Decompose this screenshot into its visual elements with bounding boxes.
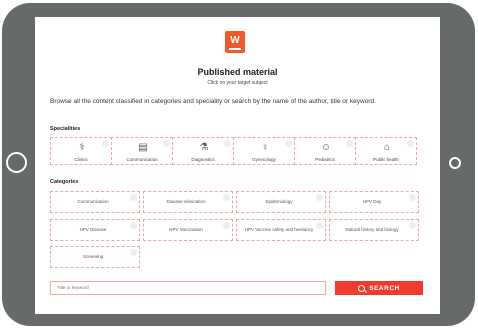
category-natural-history[interactable]: Natural history and biology: [329, 219, 419, 241]
search-input[interactable]: Title or keyword: [50, 281, 326, 295]
category-label: HPV Vaccination: [169, 227, 203, 232]
select-indicator: [409, 222, 416, 229]
speciality-communication[interactable]: ▤ Communication: [111, 137, 173, 165]
select-indicator: [102, 140, 109, 147]
category-label: HPV Disease: [79, 227, 107, 232]
speciality-pediatrics[interactable]: ☺ Pediatrics: [294, 137, 356, 165]
camera-circle-left: [6, 152, 27, 173]
search-icon: [358, 284, 366, 292]
category-hpv-vaccine-safety[interactable]: HPV Vaccine safety and hesitancy: [236, 219, 326, 241]
page-subtitle: Click on your target subject: [207, 80, 268, 86]
uterus-icon: ♀: [261, 142, 269, 153]
category-label: Natural history and biology: [345, 227, 399, 232]
page-title: Published material: [197, 67, 278, 77]
speciality-public-health[interactable]: ⌂ Public health: [355, 137, 417, 165]
select-indicator: [346, 140, 353, 147]
stethoscope-icon: ⚕: [79, 142, 85, 153]
category-screening[interactable]: Screening: [50, 246, 140, 268]
select-indicator: [130, 249, 137, 256]
screen: W Published material Click on your targe…: [35, 17, 440, 314]
select-indicator: [409, 194, 416, 201]
speciality-label: Gynecology: [252, 157, 276, 162]
category-hpv-day[interactable]: HPV Day: [329, 191, 419, 213]
category-epidemiology[interactable]: Epidemiology: [236, 191, 326, 213]
category-label: Epidemiology: [265, 199, 293, 204]
speciality-label: Communication: [126, 157, 158, 162]
select-indicator: [407, 140, 414, 147]
logo-glyph: W: [230, 35, 240, 46]
select-indicator: [130, 194, 137, 201]
specialities-list: ⚕ Clinics ▤ Communication ⚗ Diagnostics …: [50, 137, 422, 165]
select-indicator: [285, 140, 292, 147]
specialities-heading: Specialities: [50, 126, 81, 132]
select-indicator: [223, 222, 230, 229]
speciality-diagnostics[interactable]: ⚗ Diagnostics: [172, 137, 234, 165]
speciality-gynecology[interactable]: ♀ Gynecology: [233, 137, 295, 165]
speciality-label: Clinics: [74, 157, 88, 162]
category-label: HPV Vaccine safety and hesitancy: [244, 227, 314, 232]
home-button: [449, 157, 461, 169]
category-disease-elimination[interactable]: Disease elimination: [143, 191, 233, 213]
speciality-label: Pediatrics: [315, 157, 335, 162]
select-indicator: [316, 222, 323, 229]
category-label: HPV Day: [362, 199, 382, 204]
select-indicator: [316, 194, 323, 201]
document-icon: ▤: [138, 142, 148, 153]
search-button-label: SEARCH: [369, 284, 400, 292]
page-description: Browse all the content classified in cat…: [50, 98, 376, 105]
select-indicator: [130, 222, 137, 229]
speciality-label: Public health: [373, 157, 399, 162]
select-indicator: [224, 140, 231, 147]
child-icon: ☺: [320, 142, 332, 153]
speciality-label: Diagnostics: [191, 157, 215, 162]
microscope-icon: ⚗: [199, 142, 209, 153]
select-indicator: [163, 140, 170, 147]
category-label: Communication: [77, 199, 109, 204]
category-communication[interactable]: Communication: [50, 191, 140, 213]
search-button[interactable]: SEARCH: [335, 281, 423, 295]
category-hpv-disease[interactable]: HPV Disease: [50, 219, 140, 241]
category-label: Disease elimination: [166, 199, 206, 204]
select-indicator: [223, 194, 230, 201]
logo: W: [225, 31, 245, 53]
category-label: Screening: [82, 254, 104, 259]
logo-bar: [229, 48, 241, 50]
category-hpv-vaccination[interactable]: HPV Vaccination: [143, 219, 233, 241]
building-icon: ⌂: [383, 142, 391, 153]
speciality-clinics[interactable]: ⚕ Clinics: [50, 137, 112, 165]
categories-heading: Categories: [50, 179, 79, 185]
